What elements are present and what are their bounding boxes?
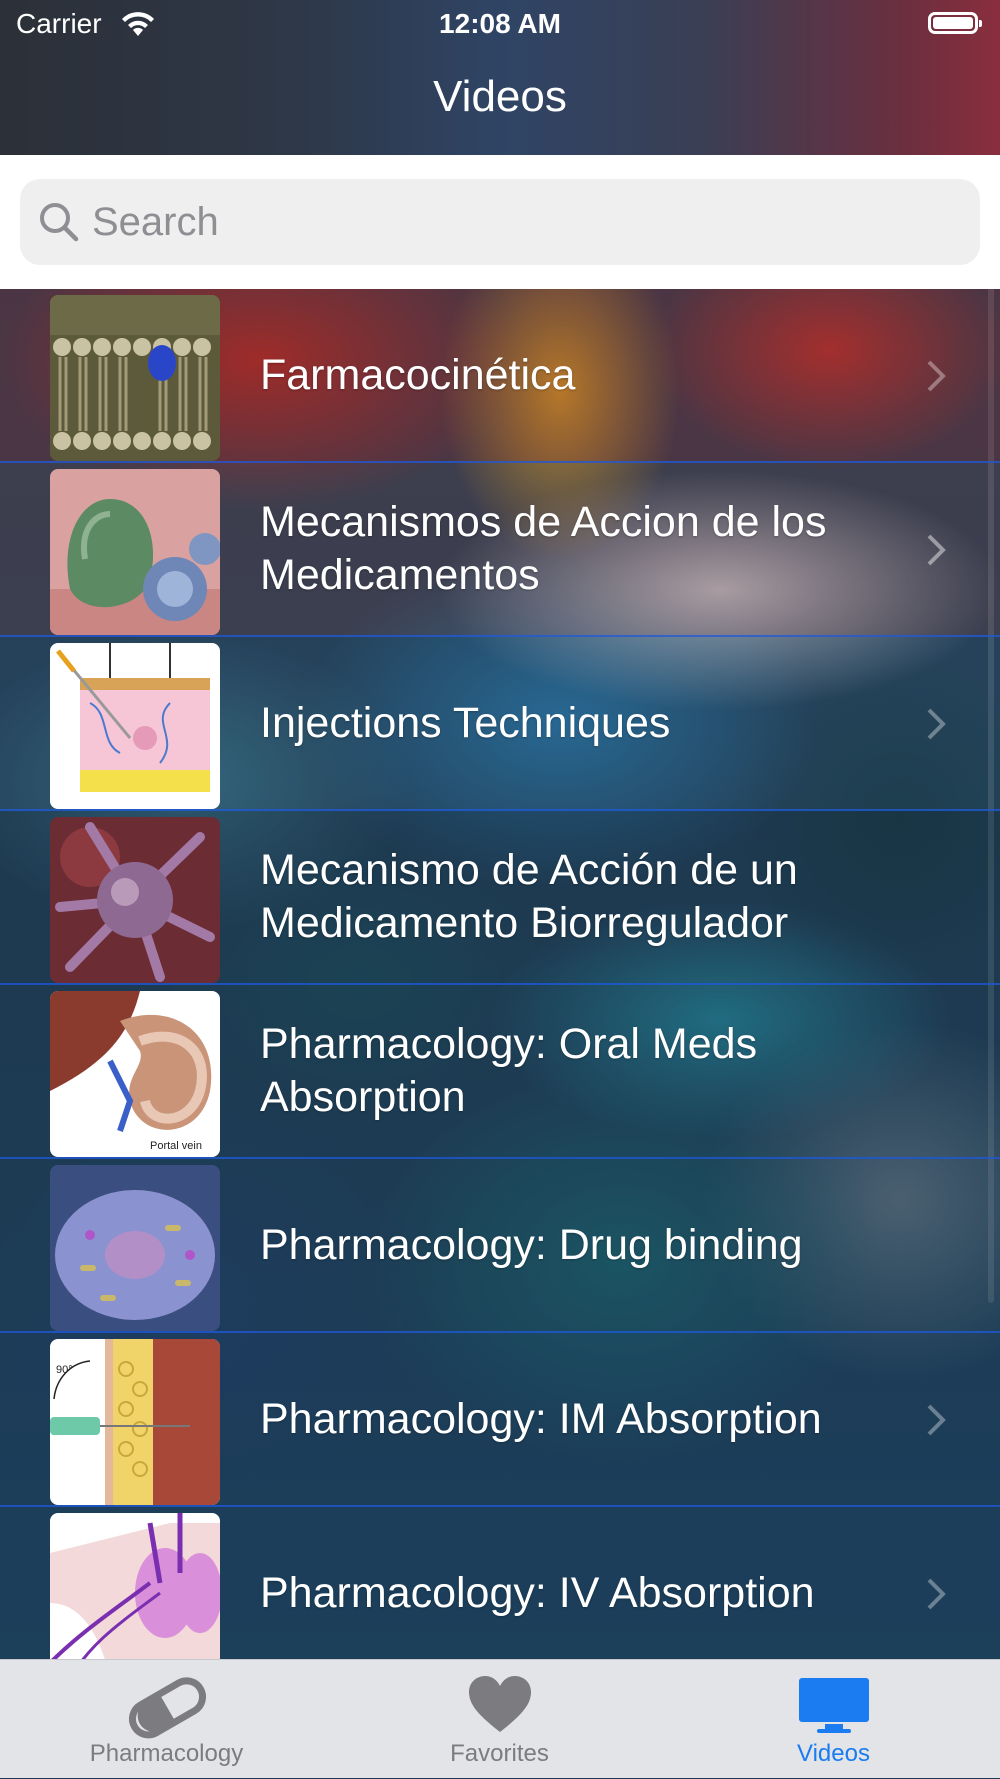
tab-label: Favorites — [450, 1740, 549, 1767]
video-row-injections-techniques[interactable]: Injections Techniques — [0, 637, 1000, 811]
video-row-farmacocinetica[interactable]: Farmacocinética — [0, 289, 1000, 463]
search-field[interactable] — [20, 179, 980, 265]
chevron-right-icon — [927, 534, 946, 566]
stomach-liver-thumbnail: Portal vein — [50, 991, 220, 1157]
video-row-iv-absorption[interactable]: Pharmacology: IV Absorption — [0, 1507, 1000, 1659]
video-title: Pharmacology: IV Absorption — [260, 1568, 815, 1617]
video-title: Pharmacology: Oral Meds Absorption — [260, 1020, 758, 1121]
search-bar — [0, 155, 1000, 289]
cell-organelles-thumbnail — [50, 1165, 220, 1331]
monitor-icon — [667, 1674, 1000, 1740]
video-row-medicamento-biorregulador[interactable]: Mecanismo de Acción de un Medicamento Bi… — [0, 811, 1000, 985]
video-row-mecanismos-accion[interactable]: Mecanismos de Accion de los Medicamentos — [0, 463, 1000, 637]
chevron-right-icon — [927, 708, 946, 740]
video-row-drug-binding[interactable]: Pharmacology: Drug binding — [0, 1159, 1000, 1333]
video-title: Pharmacology: IM Absorption — [260, 1394, 822, 1443]
cells-thumbnail — [50, 469, 220, 635]
tab-pharmacology[interactable]: Pharmacology — [0, 1660, 333, 1779]
skin-layers-thumbnail — [50, 643, 220, 809]
video-title: Mecanismo de Acción de un Medicamento Bi… — [260, 846, 798, 947]
cell-membrane-thumbnail — [50, 295, 220, 461]
video-title: Pharmacology: Drug binding — [260, 1220, 803, 1269]
tab-videos[interactable]: Videos — [667, 1660, 1000, 1779]
portal-vein-caption: Portal vein — [150, 1140, 202, 1152]
tab-label: Pharmacology — [89, 1740, 244, 1767]
page-title: Videos — [433, 72, 567, 121]
video-title: Injections Techniques — [260, 698, 671, 747]
tab-bar: Pharmacology Favorites Videos — [0, 1659, 1000, 1778]
search-icon — [40, 203, 79, 242]
needle-muscle-thumbnail: 90° — [50, 1339, 220, 1505]
navigation-bar: Carrier 12:08 AM Videos — [0, 0, 1000, 155]
tab-label: Videos — [797, 1740, 870, 1767]
heart-icon — [333, 1674, 666, 1740]
video-row-im-absorption[interactable]: 90° Pharmacology: IM Absorption — [0, 1333, 1000, 1507]
chevron-right-icon — [927, 1578, 946, 1610]
battery-icon — [928, 12, 982, 34]
chevron-right-icon — [927, 360, 946, 392]
video-title: Farmacocinética — [260, 350, 576, 399]
lungs-veins-thumbnail — [50, 1513, 220, 1659]
virus-cell-thumbnail — [50, 817, 220, 983]
video-list: Farmacocinética Mecanismos de Accion de … — [0, 289, 1000, 1659]
status-bar: Carrier 12:08 AM — [0, 0, 1000, 50]
tab-favorites[interactable]: Favorites — [333, 1660, 666, 1779]
chevron-right-icon — [927, 1404, 946, 1436]
search-input[interactable] — [92, 179, 952, 265]
video-title: Mecanismos de Accion de los Medicamentos — [260, 498, 827, 599]
clock: 12:08 AM — [439, 8, 561, 39]
pill-icon — [0, 1674, 333, 1740]
video-row-oral-meds-absorption[interactable]: Portal vein Pharmacology: Oral Meds Abso… — [0, 985, 1000, 1159]
